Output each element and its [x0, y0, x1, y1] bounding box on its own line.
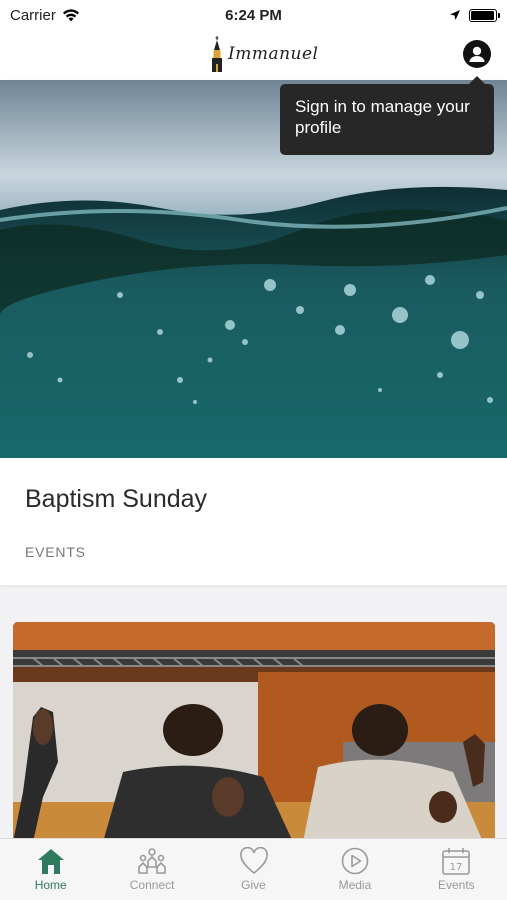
battery-icon — [469, 8, 500, 22]
status-left: Carrier — [10, 7, 80, 24]
wifi-icon — [62, 8, 79, 21]
tab-label-connect: Connect — [129, 878, 175, 892]
play-icon — [341, 847, 369, 875]
tab-label-give: Give — [241, 878, 266, 892]
feed-card-worship[interactable] — [13, 622, 495, 842]
tab-label-events: Events — [437, 878, 475, 892]
tab-events[interactable]: 17 Events — [406, 839, 507, 900]
worship-image — [13, 622, 495, 842]
person-circle-icon — [469, 46, 485, 62]
battery-fill — [471, 10, 495, 20]
people-icon — [138, 848, 166, 874]
status-time: 6:24 PM — [225, 6, 282, 24]
app-logo: Immanuel — [210, 36, 319, 72]
bottom-tab-bar: Home Connect Give Media 17 Events — [0, 838, 507, 900]
carrier-label: Carrier — [10, 6, 56, 24]
church-steeple-icon — [212, 36, 222, 72]
feed-card-baptism[interactable]: Baptism Sunday EVENTS — [0, 80, 507, 585]
tab-connect[interactable]: Connect — [101, 839, 202, 900]
profile-button[interactable] — [463, 40, 491, 68]
calendar-icon: 17 — [442, 848, 471, 875]
status-right — [449, 8, 500, 22]
tab-home[interactable]: Home — [0, 839, 101, 900]
tab-media[interactable]: Media — [304, 839, 405, 900]
sign-in-tooltip[interactable]: Sign in to manage your profile — [280, 76, 494, 155]
location-arrow-icon — [450, 10, 460, 20]
card-category: EVENTS — [25, 544, 86, 560]
tab-give[interactable]: Give — [203, 839, 304, 900]
card-title: Baptism Sunday — [25, 485, 208, 513]
app-name: Immanuel — [228, 44, 319, 64]
tooltip-text: Sign in to manage your profile — [295, 97, 470, 137]
app-header: Immanuel — [0, 30, 507, 80]
home-icon — [37, 849, 64, 874]
status-bar: Carrier 6:24 PM — [0, 0, 507, 30]
tab-label-home: Home — [34, 878, 67, 892]
svg-text:17: 17 — [450, 862, 463, 873]
heart-icon — [239, 847, 268, 875]
tab-label-media: Media — [338, 878, 372, 892]
